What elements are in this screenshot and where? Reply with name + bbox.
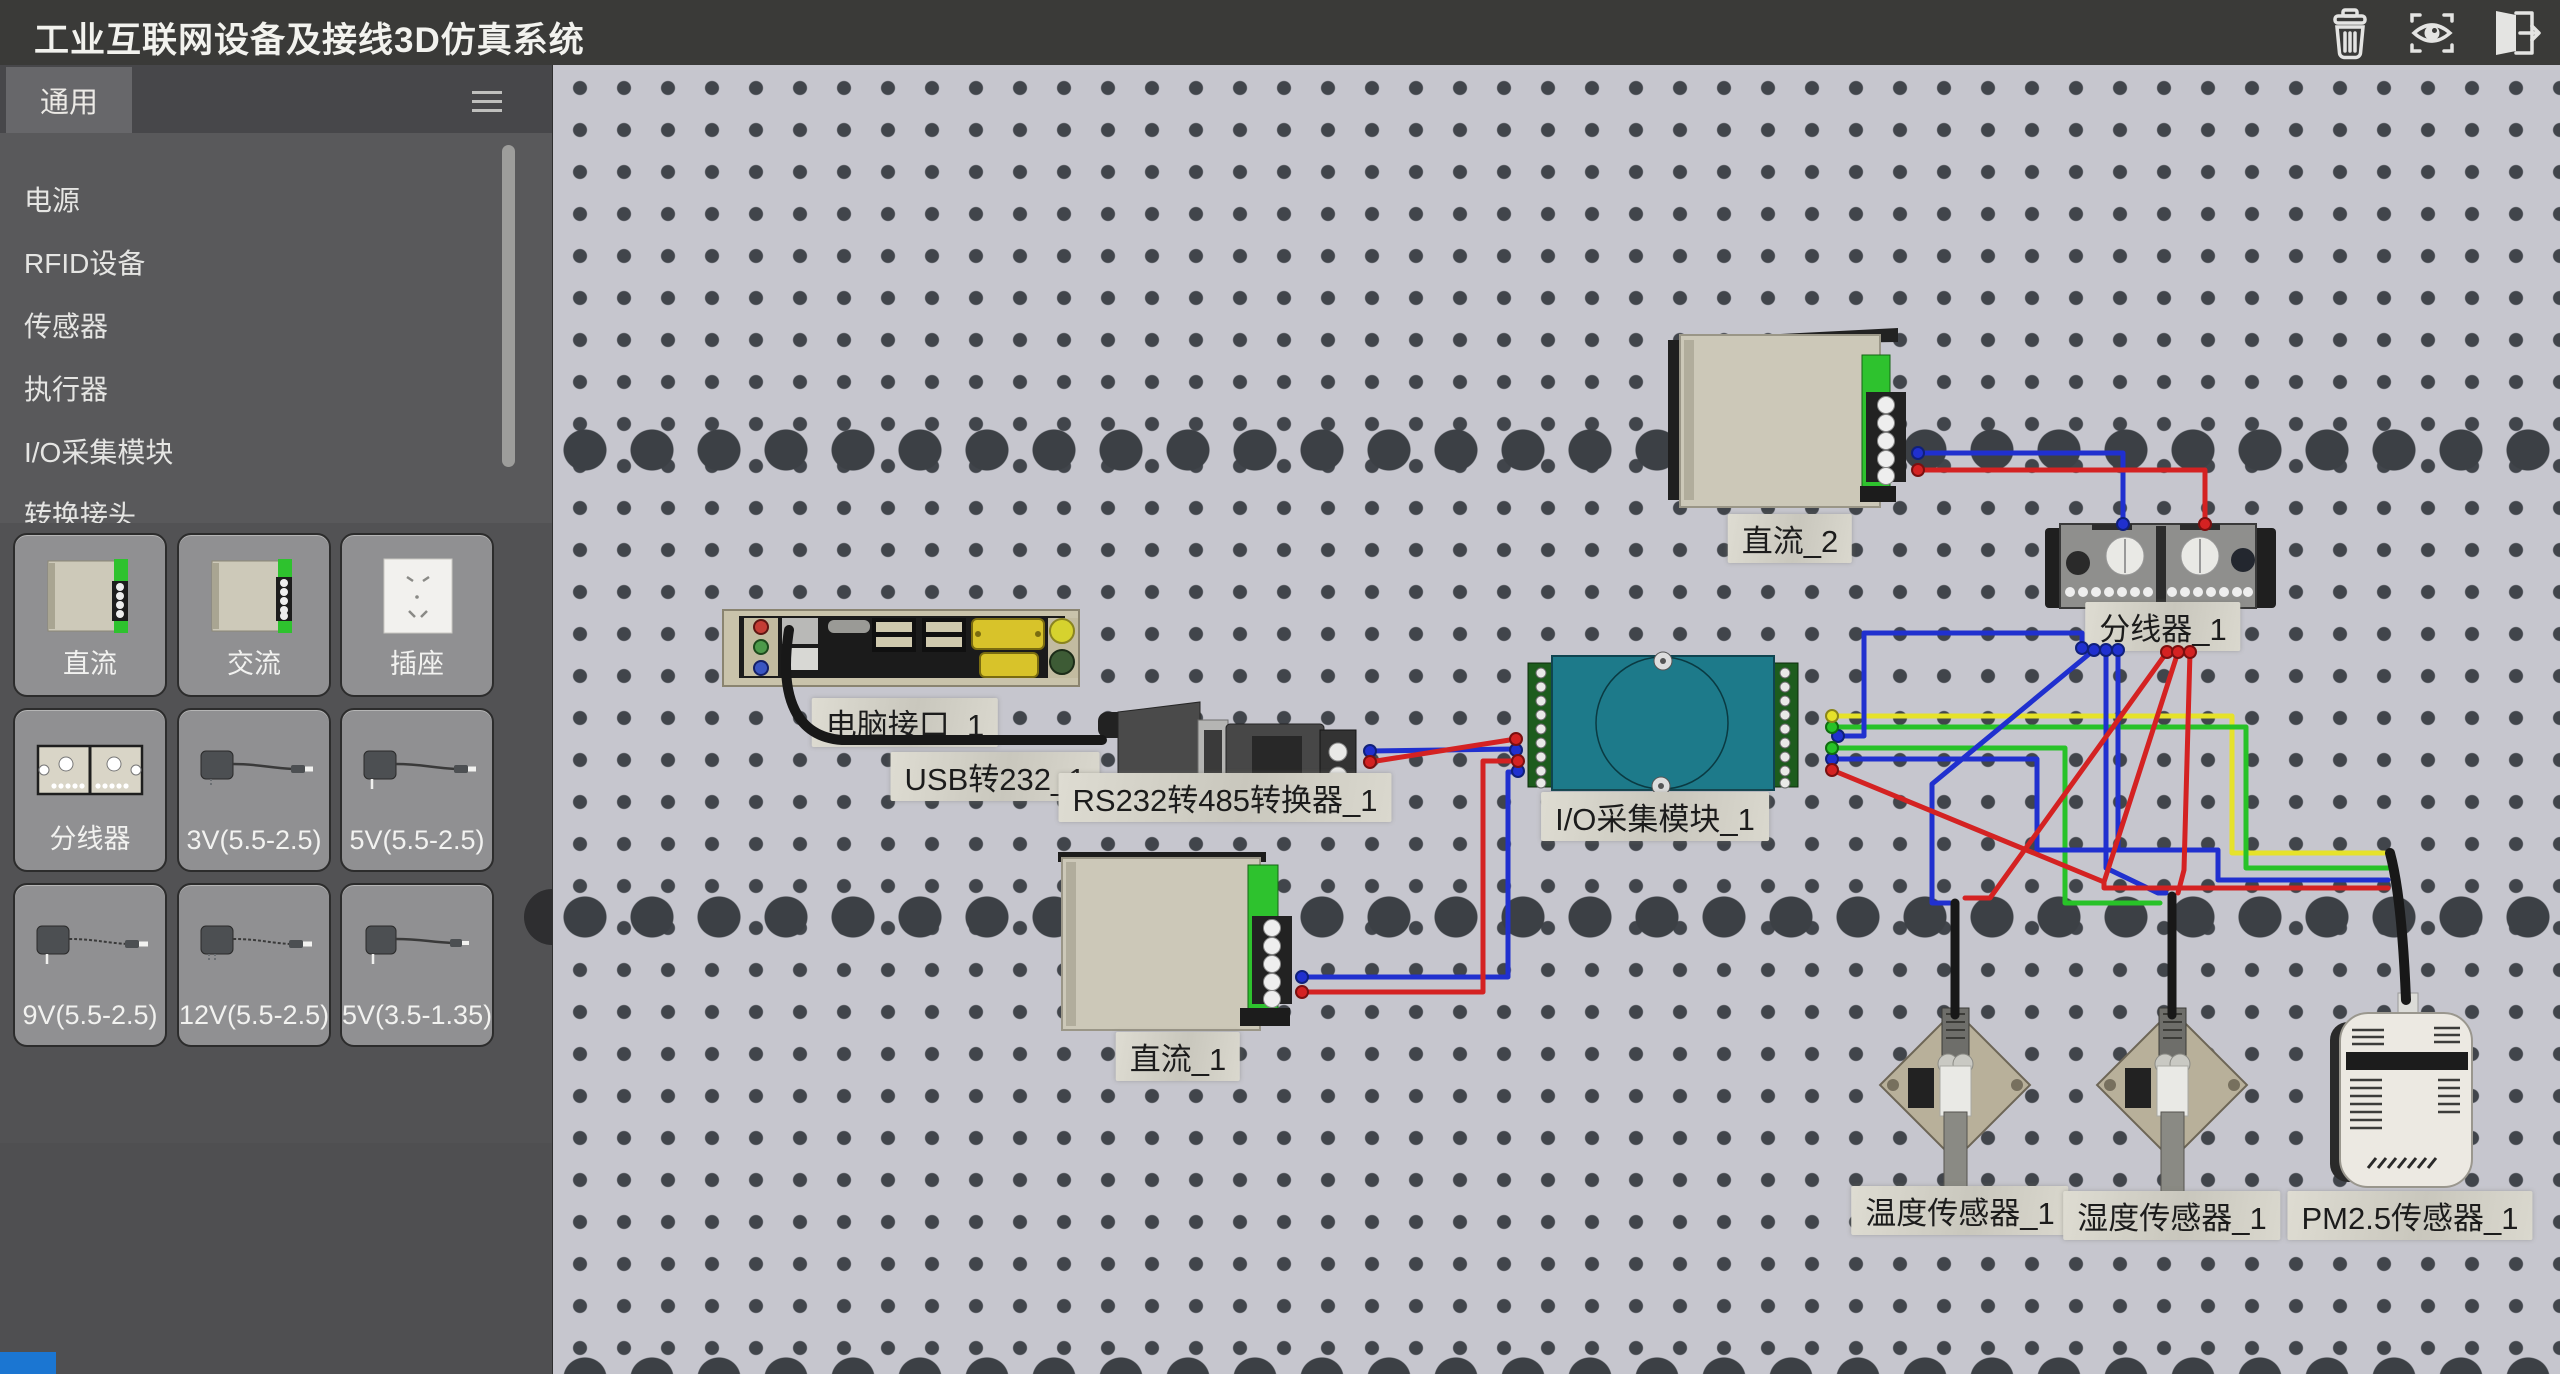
- power-adapter-thumb: [342, 893, 492, 1001]
- category-scrollbar[interactable]: [502, 145, 515, 467]
- app-title: 工业互联网设备及接线3D仿真系统: [34, 12, 585, 63]
- dc-power-thumb: [15, 543, 165, 651]
- socket-thumb: [342, 543, 492, 651]
- splitter-thumb: [15, 718, 165, 826]
- device-label: RS232转485转换器_1: [1059, 773, 1392, 822]
- category-actuator[interactable]: 执行器: [0, 359, 544, 417]
- palette-item-9v-adapter[interactable]: 9V(5.5-2.5): [13, 883, 167, 1047]
- power-adapter-thumb: [15, 893, 165, 1001]
- category-power[interactable]: 电源: [0, 170, 544, 228]
- palette-item-5v-small-adapter[interactable]: 5V(3.5-1.35): [340, 883, 494, 1047]
- device-humidity-sensor[interactable]: [2097, 1008, 2247, 1206]
- device-io-acquisition-module[interactable]: [1528, 652, 1798, 795]
- power-adapter-thumb: [179, 718, 329, 826]
- device-palette-panel: 通用 电源 RFID设备 传感器 执行器 I/O采集模块 转换接头 直流 交流: [0, 65, 553, 1374]
- device-label: 电脑接口_1: [812, 698, 998, 747]
- device-dc-power-2[interactable]: [1668, 328, 1906, 507]
- device-label: 直流_2: [1728, 514, 1852, 563]
- palette-item-12v-adapter[interactable]: 12V(5.5-2.5): [177, 883, 331, 1047]
- menu-icon[interactable]: [472, 91, 502, 111]
- exit-icon[interactable]: [2486, 5, 2542, 61]
- device-label: 温度传感器_1: [1851, 1186, 2068, 1235]
- palette-grid: 直流 交流 插座 分线器 3V(5.5-2.5): [0, 523, 552, 1143]
- device-label: PM2.5传感器_1: [2287, 1191, 2532, 1240]
- header-toolbar: [2322, 5, 2542, 61]
- power-adapter-thumb: [342, 718, 492, 826]
- device-label: 直流_1: [1116, 1032, 1240, 1081]
- device-label: I/O采集模块_1: [1541, 792, 1769, 841]
- palette-item-splitter[interactable]: 分线器: [13, 708, 167, 872]
- palette-item-socket[interactable]: 插座: [340, 533, 494, 697]
- trash-icon[interactable]: [2322, 5, 2378, 61]
- category-list: 电源 RFID设备 传感器 执行器 I/O采集模块 转换接头: [0, 133, 552, 523]
- palette-item-5v-adapter[interactable]: 5V(5.5-2.5): [340, 708, 494, 872]
- device-dc-power-1[interactable]: [1058, 852, 1292, 1030]
- palette-tabbar: 通用: [0, 65, 552, 133]
- device-temperature-sensor[interactable]: [1880, 1008, 2030, 1206]
- device-label: 分线器_1: [2085, 602, 2240, 651]
- bottom-left-accent: [0, 1352, 56, 1374]
- category-sensor[interactable]: 传感器: [0, 296, 544, 354]
- palette-item-dc[interactable]: 直流: [13, 533, 167, 697]
- device-pm25-sensor[interactable]: [2330, 993, 2472, 1187]
- category-rfid[interactable]: RFID设备: [0, 233, 544, 291]
- device-label: 湿度传感器_1: [2063, 1191, 2280, 1240]
- canvas-viewport[interactable]: 电脑接口_1 USB转232_1 RS232转485转换器_1 I/O采集模块_…: [552, 65, 2560, 1374]
- palette-item-3v-adapter[interactable]: 3V(5.5-2.5): [177, 708, 331, 872]
- title-bar: 工业互联网设备及接线3D仿真系统: [0, 0, 2560, 65]
- preview-eye-icon[interactable]: [2404, 5, 2460, 61]
- category-io-module[interactable]: I/O采集模块: [0, 422, 544, 480]
- device-wire-splitter[interactable]: [2045, 524, 2276, 608]
- tab-general[interactable]: 通用: [6, 67, 132, 133]
- palette-item-ac[interactable]: 交流: [177, 533, 331, 697]
- ac-power-thumb: [179, 543, 329, 651]
- device-computer-interface[interactable]: [723, 610, 1083, 688]
- power-adapter-thumb: [179, 893, 329, 1001]
